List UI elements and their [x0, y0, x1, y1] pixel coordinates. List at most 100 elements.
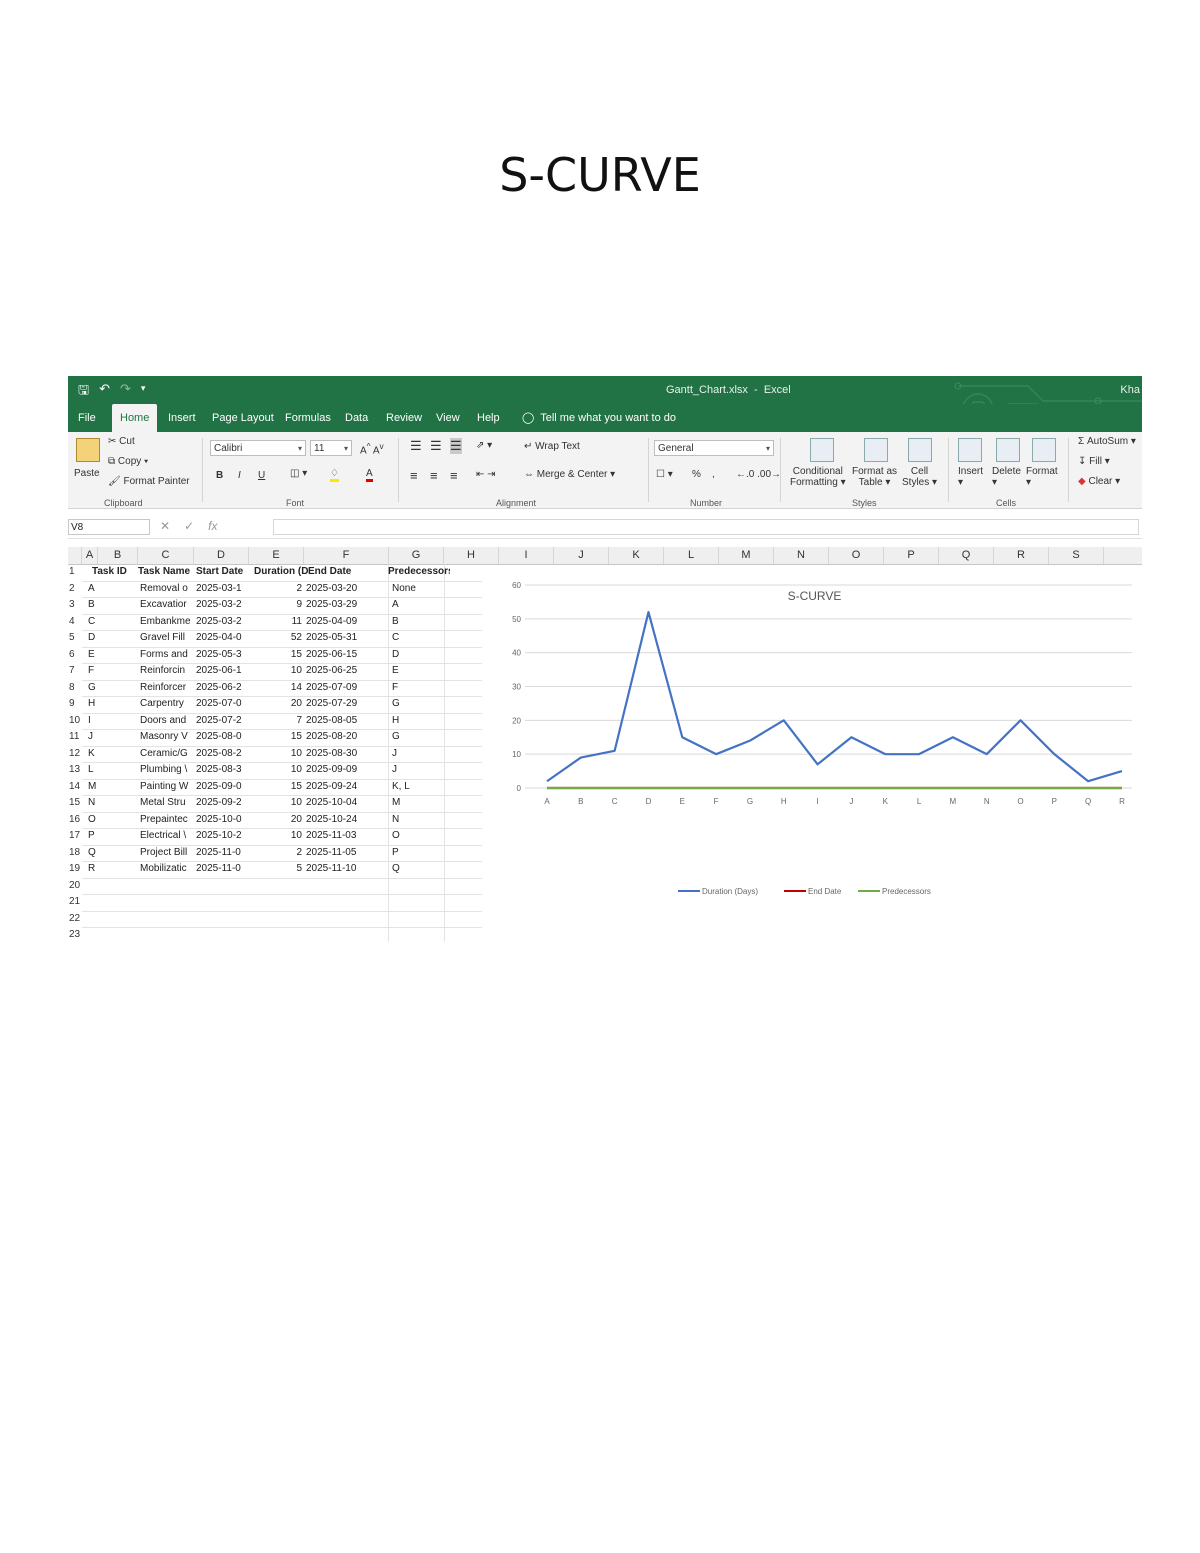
table-cell[interactable]: 2025-08-3 [196, 762, 252, 779]
table-cell[interactable]: G [392, 696, 442, 713]
insert-cells-icon[interactable] [958, 438, 982, 462]
row-header[interactable]: 1 [68, 564, 83, 581]
format-as-table-icon[interactable] [864, 438, 888, 462]
tab-home[interactable]: Home [112, 404, 158, 432]
column-header-e[interactable]: E [249, 547, 304, 564]
table-cell[interactable]: 2025-03-29 [306, 597, 366, 614]
table-cell[interactable]: 2025-06-25 [306, 663, 366, 680]
table-cell[interactable]: 2025-07-09 [306, 680, 366, 697]
table-cell[interactable]: Metal Stru [140, 795, 196, 812]
align-center-icon[interactable]: ≡ [430, 468, 438, 483]
select-all-corner[interactable] [68, 547, 82, 564]
table-cell[interactable]: 2025-10-2 [196, 828, 252, 845]
row-header[interactable]: 19 [68, 861, 83, 878]
table-cell[interactable]: Removal o [140, 581, 196, 598]
table-cell[interactable]: D [392, 647, 442, 664]
column-header-j[interactable]: J [554, 547, 609, 564]
table-cell[interactable]: 2025-03-2 [196, 597, 252, 614]
align-middle-icon[interactable]: ☰ [430, 438, 442, 454]
table-cell[interactable]: Q [88, 845, 128, 862]
table-cell[interactable]: Forms and [140, 647, 196, 664]
table-cell[interactable]: R [88, 861, 128, 878]
table-cell[interactable]: Carpentry [140, 696, 196, 713]
table-cell[interactable]: Excavatior [140, 597, 196, 614]
tab-formulas[interactable]: Formulas [285, 404, 331, 432]
table-cell[interactable]: 9 [254, 597, 302, 614]
table-cell[interactable]: N [88, 795, 128, 812]
tab-help[interactable]: Help [477, 404, 500, 432]
format-as-table-button[interactable]: Format as Table ▾ [852, 466, 897, 488]
orientation-icon[interactable]: ⇗ ▾ [476, 440, 492, 451]
table-cell[interactable]: 2025-05-3 [196, 647, 252, 664]
table-cell[interactable]: Doors and [140, 713, 196, 730]
table-cell[interactable]: K [88, 746, 128, 763]
column-header-k[interactable]: K [609, 547, 664, 564]
copy-button[interactable]: ⧉ Copy ▾ [108, 456, 148, 467]
cancel-icon[interactable]: ✕ [160, 519, 170, 533]
customize-qat-icon[interactable]: ▾ [141, 381, 146, 403]
row-header[interactable]: 3 [68, 597, 83, 614]
table-cell[interactable]: B [392, 614, 442, 631]
fill-color-icon[interactable]: ♢ [330, 468, 339, 482]
row-header[interactable]: 8 [68, 680, 83, 697]
table-cell[interactable]: 2025-10-0 [196, 812, 252, 829]
table-cell[interactable]: 2025-09-0 [196, 779, 252, 796]
borders-icon[interactable]: ◫ ▾ [290, 468, 307, 479]
table-cell[interactable]: F [88, 663, 128, 680]
table-cell[interactable]: End Date [308, 564, 388, 581]
accounting-format-icon[interactable]: ☐ ▾ [656, 469, 673, 480]
table-cell[interactable]: 14 [254, 680, 302, 697]
table-cell[interactable]: E [392, 663, 442, 680]
format-cells-icon[interactable] [1032, 438, 1056, 462]
table-cell[interactable]: A [88, 581, 128, 598]
tab-file[interactable]: File [78, 404, 96, 432]
table-cell[interactable]: None [392, 581, 442, 598]
cell-styles-icon[interactable] [908, 438, 932, 462]
column-header-f[interactable]: F [304, 547, 389, 564]
fx-icon[interactable]: fx [208, 519, 217, 533]
table-cell[interactable]: 5 [254, 861, 302, 878]
table-cell[interactable]: P [88, 828, 128, 845]
table-cell[interactable]: 2025-08-30 [306, 746, 366, 763]
indent-icon[interactable]: ⇤ ⇥ [476, 469, 496, 480]
enter-icon[interactable]: ✓ [184, 519, 194, 533]
redo-icon[interactable]: ↷ [120, 381, 131, 403]
table-cell[interactable]: 2025-09-2 [196, 795, 252, 812]
column-header-p[interactable]: P [884, 547, 939, 564]
table-cell[interactable]: Electrical \ [140, 828, 196, 845]
row-header[interactable]: 16 [68, 812, 83, 829]
font-color-icon[interactable]: A [366, 468, 373, 482]
percent-style-button[interactable]: % [692, 469, 701, 480]
column-header-d[interactable]: D [194, 547, 249, 564]
table-cell[interactable]: Embankme [140, 614, 196, 631]
column-header-n[interactable]: N [774, 547, 829, 564]
table-cell[interactable]: 2025-09-24 [306, 779, 366, 796]
table-cell[interactable]: 2025-08-2 [196, 746, 252, 763]
paste-button[interactable]: Paste [74, 468, 100, 479]
format-painter-button[interactable]: 🖌 Format Painter [108, 476, 190, 487]
table-cell[interactable]: J [392, 746, 442, 763]
row-header[interactable]: 22 [68, 911, 83, 928]
save-icon[interactable]: 🖫 [78, 381, 89, 403]
underline-button[interactable]: U [258, 470, 265, 481]
tab-insert[interactable]: Insert [168, 404, 196, 432]
table-cell[interactable]: 2025-04-09 [306, 614, 366, 631]
column-header-r[interactable]: R [994, 547, 1049, 564]
row-header[interactable]: 2 [68, 581, 83, 598]
column-header-h[interactable]: H [444, 547, 499, 564]
table-cell[interactable]: 2025-07-29 [306, 696, 366, 713]
table-cell[interactable]: Task Name [138, 564, 196, 581]
row-header[interactable]: 21 [68, 894, 83, 911]
table-cell[interactable]: 2025-10-24 [306, 812, 366, 829]
table-cell[interactable]: 2 [254, 581, 302, 598]
table-cell[interactable]: 15 [254, 647, 302, 664]
table-cell[interactable]: 20 [254, 696, 302, 713]
table-cell[interactable]: 2025-11-05 [306, 845, 366, 862]
table-cell[interactable]: B [88, 597, 128, 614]
table-cell[interactable]: 2025-06-2 [196, 680, 252, 697]
column-header-s[interactable]: S [1049, 547, 1104, 564]
row-header[interactable]: 9 [68, 696, 83, 713]
delete-cells-icon[interactable] [996, 438, 1020, 462]
table-cell[interactable]: P [392, 845, 442, 862]
table-cell[interactable]: Duration (Da [254, 564, 308, 581]
